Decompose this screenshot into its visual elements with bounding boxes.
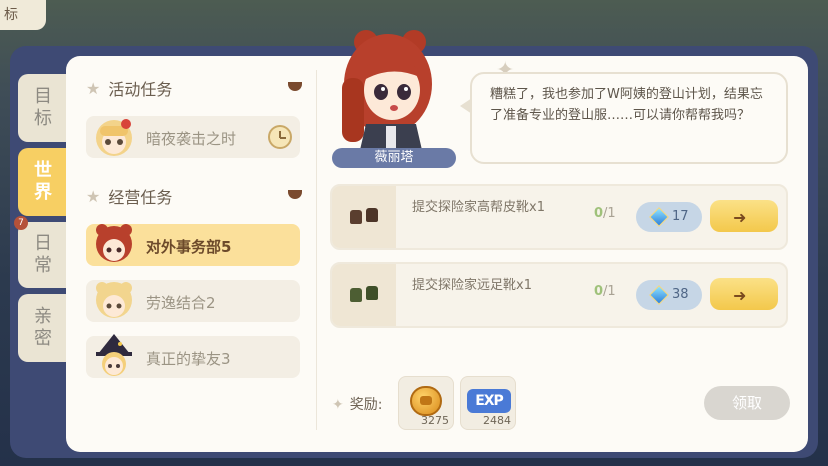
tab-intimacy[interactable]: 亲 密 [18,294,68,362]
blonde-girl-avatar [92,278,136,322]
npc-portrait [336,28,440,150]
progress-current: 0 [594,284,604,299]
progress-total: /1 [603,206,616,221]
notification-badge: 7 [14,216,28,230]
reward-label-text: 奖励: [349,397,383,413]
task-item-work-life[interactable]: 劳逸结合2 [86,280,300,322]
green-boots-icon [332,264,396,326]
column-divider [316,70,317,430]
coin-icon [410,386,442,416]
reward-amount: 3275 [421,414,449,427]
arrow-right-icon: ➜ [733,208,747,227]
speech-bubble: 糟糕了，我也参加了W阿姨的登山计划，结果忘了准备专业的登山服……可以请你帮帮我吗… [470,72,788,164]
progress-current: 0 [594,206,604,221]
task-label: 对外事务部5 [146,238,232,256]
npc-name-plate: 薇丽塔 [332,148,456,168]
go-button[interactable]: ➜ [710,200,778,232]
quest-row: 提交探险家高帮皮靴x1 0/1 17 ➜ [330,184,788,250]
star-icon: ★ [86,186,101,206]
tab-goals-label: 目 标 [34,86,52,129]
brown-boots-icon [332,186,396,248]
exp-icon: EXP [467,389,511,413]
task-label: 真正的挚友3 [146,350,231,368]
arrow-right-icon: ➜ [733,286,747,305]
task-label: 暗夜袭击之时 [146,130,237,148]
gem-cost: 17 [672,209,689,224]
section-business-tasks: ★ 经营任务 [86,184,172,208]
tab-daily-label: 日 常 [34,233,52,276]
corner-tab-label: 标 [4,7,18,23]
quest-row: 提交探险家远足靴x1 0/1 38 ➜ [330,262,788,328]
blonde-girl-avatar [92,114,136,158]
quest-description: 提交探险家高帮皮靴x1 [412,200,545,215]
task-item-true-friend[interactable]: 真正的挚友3 [86,334,300,378]
gem-cost-button[interactable]: 17 [636,202,702,232]
reward-label: ✦ 奖励: [332,394,382,414]
reward-amount: 2484 [483,414,511,427]
progress-total: /1 [603,284,616,299]
task-item-night-raid[interactable]: 暗夜袭击之时 [86,116,300,158]
section-title: 活动任务 [108,80,173,99]
section-title: 经营任务 [108,188,173,207]
tab-goals[interactable]: 目 标 [18,74,68,142]
tab-daily[interactable]: 7 日 常 [14,216,68,288]
section-event-tasks: ★ 活动任务 [86,76,172,100]
red-hair-girl-avatar [92,222,136,266]
corner-tab[interactable]: 标 [0,0,46,30]
witch-girl-avatar [92,334,136,378]
diamond-icon [649,285,669,305]
quest-description: 提交探险家远足靴x1 [412,278,532,293]
quest-progress: 0/1 [594,206,616,221]
tab-intimacy-label: 亲 密 [34,306,52,349]
clock-icon [268,125,292,149]
task-item-external-affairs[interactable]: 对外事务部5 [86,224,300,266]
task-label: 劳逸结合2 [146,294,216,312]
star-icon: ★ [86,78,101,98]
gem-cost: 38 [672,287,689,302]
tab-world-label: 世 界 [34,160,52,203]
reward-coin[interactable]: 3275 [398,376,454,430]
sparkle-icon: ✦ [332,397,344,413]
reward-exp[interactable]: EXP 2484 [460,376,516,430]
gem-cost-button[interactable]: 38 [636,280,702,310]
go-button[interactable]: ➜ [710,278,778,310]
quest-progress: 0/1 [594,284,616,299]
diamond-icon [649,207,669,227]
dialog-text: 糟糕了，我也参加了W阿姨的登山计划，结果忘了准备专业的登山服……可以请你帮帮我吗… [490,87,763,123]
tab-world[interactable]: 世 界 [18,148,68,216]
claim-button[interactable]: 领取 [704,386,790,420]
